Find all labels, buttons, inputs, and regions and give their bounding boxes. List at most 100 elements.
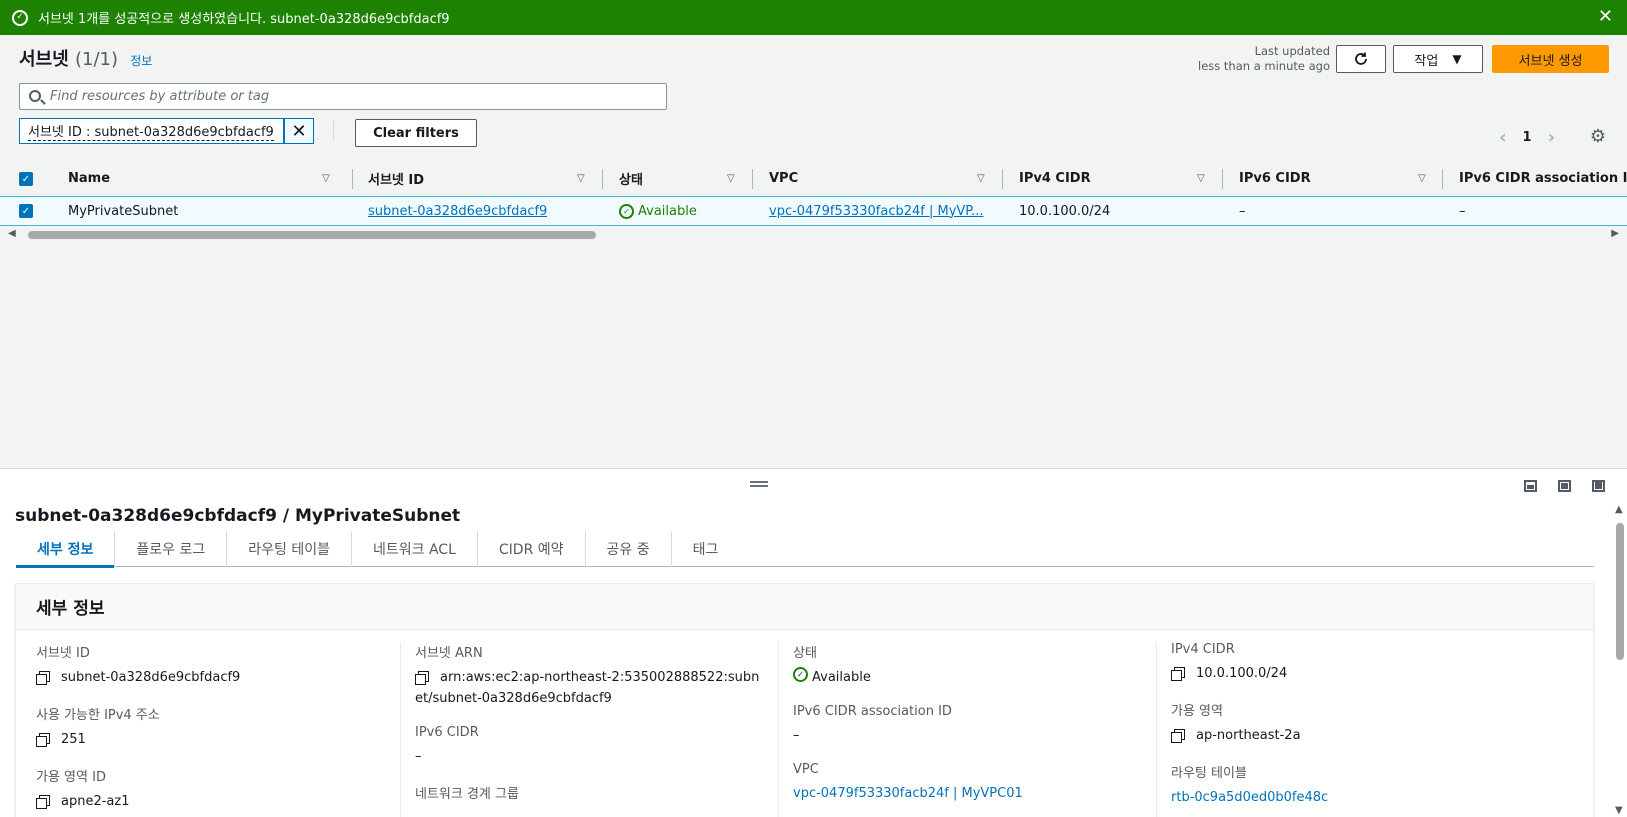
col-ipv6-cidr[interactable]: IPv6 CIDR	[1239, 163, 1311, 194]
tab-cidr-reservations[interactable]: CIDR 예약	[478, 530, 586, 567]
tab-network-acl[interactable]: 네트워크 ACL	[352, 530, 478, 567]
tab-details[interactable]: 세부 정보	[16, 530, 116, 568]
panel-side-icon[interactable]	[1558, 480, 1571, 492]
chevron-left-icon[interactable]: ‹	[1499, 127, 1506, 148]
page-title: 서브넷 (1/1) 정보	[19, 45, 152, 71]
details-column-2: 서브넷 ARN arn:aws:ec2:ap-northeast-2:53500…	[415, 642, 765, 817]
select-all-checkbox[interactable]: ✓	[19, 172, 33, 186]
divider	[333, 121, 334, 141]
kv-az-id: 가용 영역 ID apne2-az1	[36, 766, 396, 812]
col-state[interactable]: 상태	[619, 163, 643, 194]
vpc-link[interactable]: vpc-0479f53330facb24f | MyVP...	[769, 204, 984, 219]
create-subnet-button[interactable]: 서브넷 생성	[1492, 45, 1609, 73]
close-icon[interactable]: ✕	[1598, 6, 1613, 27]
col-subnet-id[interactable]: 서브넷 ID	[368, 163, 424, 194]
sort-icon[interactable]: ▽	[322, 173, 330, 184]
kv-ipv6-assoc: IPv6 CIDR association ID –	[793, 704, 1153, 746]
flash-message: 서브넷 1개를 성공적으로 생성하였습니다. subnet-0a328d6e9c…	[38, 12, 450, 27]
horizontal-scrollbar[interactable]: ◀ ▶	[0, 228, 1627, 242]
vpc-console: ✓ 서브넷 1개를 성공적으로 생성하였습니다. subnet-0a328d6e…	[0, 0, 1627, 817]
scrollbar-thumb[interactable]	[28, 231, 596, 239]
row-checkbox[interactable]: ✓	[19, 204, 33, 218]
tab-tags[interactable]: 태그	[672, 531, 740, 567]
label: 사용 가능한 IPv4 주소	[36, 708, 160, 723]
sort-icon[interactable]: ▽	[977, 173, 985, 184]
sort-icon[interactable]: ▽	[727, 173, 735, 184]
label: 가용 영역	[1171, 704, 1223, 719]
col-vpc[interactable]: VPC	[769, 163, 798, 194]
search-placeholder: Find resources by attribute or tag	[50, 89, 270, 104]
cell-vpc: vpc-0479f53330facb24f | MyVP...	[769, 197, 987, 225]
scroll-up-icon[interactable]: ▲	[1615, 504, 1623, 515]
copy-icon[interactable]	[1171, 667, 1185, 681]
panel-bottom-icon[interactable]	[1524, 480, 1537, 492]
sort-icon[interactable]: ▽	[1197, 173, 1205, 184]
close-icon: ✕	[291, 120, 307, 142]
drag-handle-icon[interactable]	[750, 481, 768, 487]
caret-down-icon: ▼	[1452, 52, 1462, 66]
last-updated-label: Last updated	[1254, 44, 1330, 58]
label: IPv4 CIDR	[1171, 642, 1235, 657]
copy-icon[interactable]	[36, 733, 50, 747]
vertical-scrollbar[interactable]: ▲ ▼	[1613, 504, 1627, 817]
column-resizer[interactable]	[1442, 169, 1443, 189]
subnet-id-link[interactable]: subnet-0a328d6e9cbfdacf9	[368, 204, 547, 219]
value: –	[415, 749, 422, 764]
route-table-link[interactable]: rtb-0c9a5d0ed0b0fe48c	[1171, 787, 1328, 808]
scroll-down-icon[interactable]: ▼	[1615, 805, 1623, 816]
column-resizer[interactable]	[752, 169, 753, 189]
panel-full-icon[interactable]	[1592, 480, 1605, 492]
status-check-icon: ✓	[793, 667, 808, 682]
value: –	[793, 728, 800, 743]
filter-token[interactable]: 서브넷 ID : subnet-0a328d6e9cbfdacf9	[19, 118, 284, 144]
kv-route-table: 라우팅 테이블 rtb-0c9a5d0ed0b0fe48c	[1171, 762, 1531, 808]
gear-icon[interactable]: ⚙	[1590, 126, 1606, 147]
actions-button[interactable]: 작업 ▼	[1393, 45, 1483, 73]
cell-ipv6-assoc: –	[1459, 203, 1466, 219]
refresh-button[interactable]	[1336, 45, 1386, 73]
column-resizer[interactable]	[1002, 169, 1003, 189]
tab-sharing[interactable]: 공유 중	[586, 530, 672, 567]
scrollbar-thumb[interactable]	[1616, 523, 1624, 660]
scroll-left-icon[interactable]: ◀	[8, 228, 16, 239]
title-text: 서브넷	[19, 49, 69, 70]
sort-icon[interactable]: ▽	[577, 173, 585, 184]
copy-icon[interactable]	[415, 671, 429, 685]
kv-subnet-id: 서브넷 ID subnet-0a328d6e9cbfdacf9	[36, 642, 396, 688]
subnets-table-panel: 서브넷 (1/1) 정보 Last updated less than a mi…	[0, 35, 1627, 468]
kv-network-border-group: 네트워크 경계 그룹	[415, 783, 765, 802]
col-ipv4-cidr[interactable]: IPv4 CIDR	[1019, 163, 1091, 194]
label: 상태	[793, 646, 817, 661]
label: 라우팅 테이블	[1171, 766, 1247, 781]
col-ipv6-assoc[interactable]: IPv6 CIDR association ID	[1459, 163, 1627, 194]
info-link[interactable]: 정보	[130, 54, 152, 68]
scroll-right-icon[interactable]: ▶	[1611, 228, 1619, 239]
copy-icon[interactable]	[36, 671, 50, 685]
search-input[interactable]: Find resources by attribute or tag	[19, 83, 667, 110]
col-name[interactable]: Name	[68, 163, 110, 194]
value: apne2-az1	[61, 794, 130, 809]
column-resizer[interactable]	[1222, 169, 1223, 189]
chevron-right-icon[interactable]: ›	[1548, 127, 1555, 148]
label: IPv6 CIDR	[415, 725, 479, 740]
copy-icon[interactable]	[36, 795, 50, 809]
value: 251	[61, 732, 86, 747]
table-row[interactable]: ✓ MyPrivateSubnet subnet-0a328d6e9cbfdac…	[0, 196, 1627, 226]
sort-icon[interactable]: ▽	[1418, 173, 1426, 184]
label: IPv6 CIDR association ID	[793, 704, 952, 719]
tab-flow-logs[interactable]: 플로우 로그	[115, 530, 228, 567]
remove-filter-button[interactable]: ✕	[284, 118, 314, 144]
label: 가용 영역 ID	[36, 770, 106, 785]
value: Available	[812, 670, 871, 685]
cell-state: ✓ Available	[619, 197, 697, 225]
copy-icon[interactable]	[1171, 729, 1185, 743]
vpc-link[interactable]: vpc-0479f53330facb24f | MyVPC01	[793, 783, 1023, 804]
divider	[400, 642, 401, 817]
details-header: 세부 정보	[16, 584, 1593, 630]
column-resizer[interactable]	[352, 169, 353, 189]
tab-route-table[interactable]: 라우팅 테이블	[227, 530, 352, 567]
current-page[interactable]: 1	[1523, 130, 1532, 145]
clear-filters-button[interactable]: Clear filters	[355, 119, 477, 147]
column-resizer[interactable]	[602, 169, 603, 189]
details-column-1: 서브넷 ID subnet-0a328d6e9cbfdacf9 사용 가능한 I…	[36, 642, 396, 817]
